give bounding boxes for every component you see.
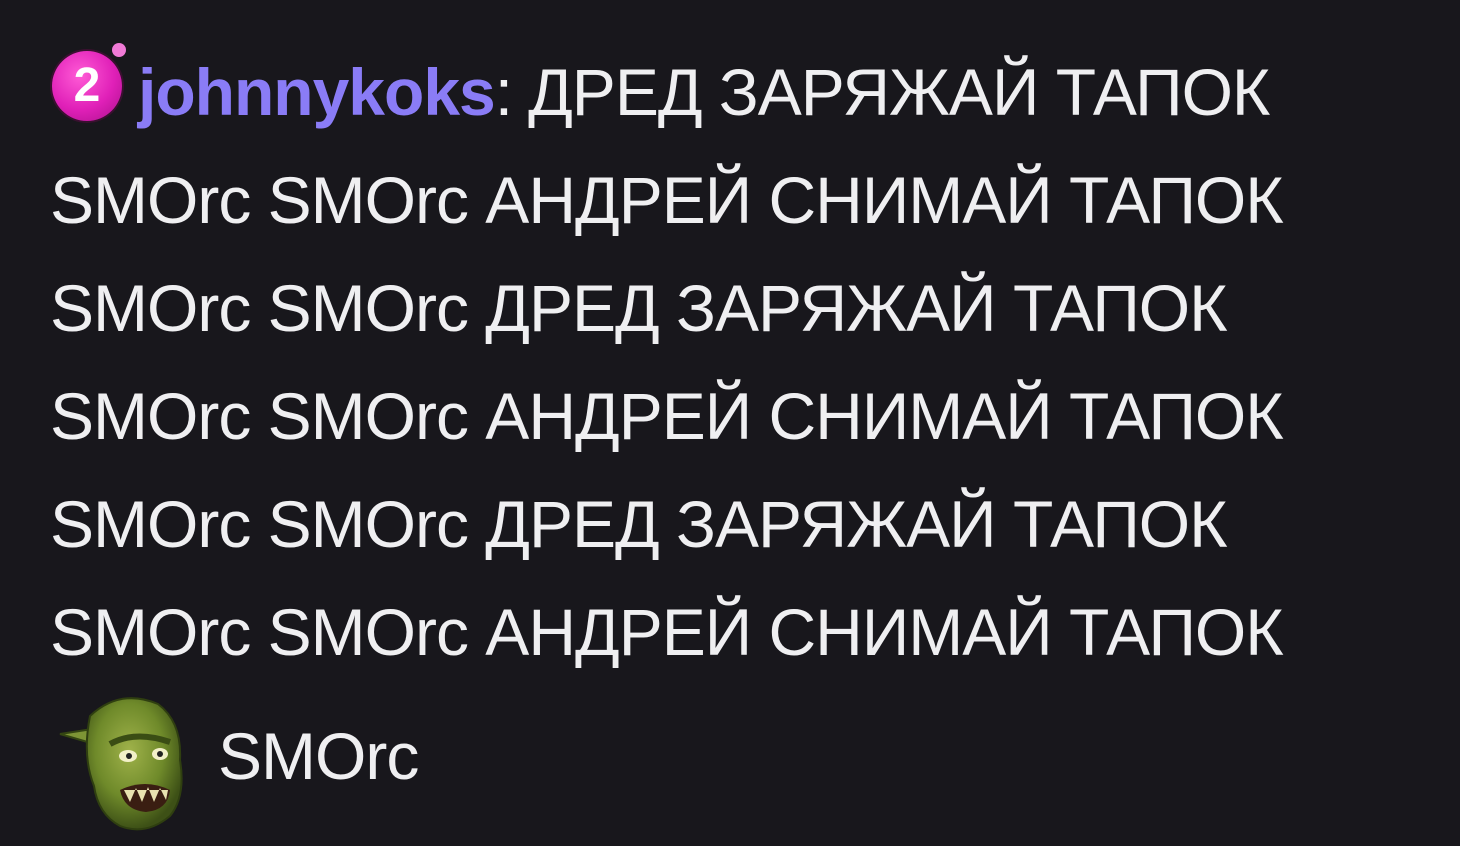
chat-username[interactable]: johnnykoks [138,55,496,129]
message-line: SMOrc SMOrc АНДРЕЙ СНИМАЙ ТАПОК [50,595,1284,669]
chat-line-header: 2 johnnykoks: ДРЕД ЗАРЯЖАЙ ТАПОК [50,38,1440,146]
message-line: SMOrc SMOrc АНДРЕЙ СНИМАЙ ТАПОК [50,163,1284,237]
message-line: SMOrc SMOrc АНДРЕЙ СНИМАЙ ТАПОК [50,379,1284,453]
smorc-emote-icon[interactable] [50,686,200,836]
message-line: SMOrc SMOrc ДРЕД ЗАРЯЖАЙ ТАПОК [50,487,1228,561]
emote-label: SMOrc [218,719,419,793]
chat-message: 2 johnnykoks: ДРЕД ЗАРЯЖАЙ ТАПОК SMOrc SM… [50,38,1440,846]
subscriber-badge-icon[interactable]: 2 [50,41,130,121]
message-line: SMOrc SMOrc ДРЕД ЗАРЯЖАЙ ТАПОК [50,271,1228,345]
emote-row: SMOrc [50,686,1440,846]
badge-count: 2 [73,59,101,112]
message-text: ДРЕД ЗАРЯЖАЙ ТАПОК [528,55,1270,129]
username-colon: : [494,55,513,129]
